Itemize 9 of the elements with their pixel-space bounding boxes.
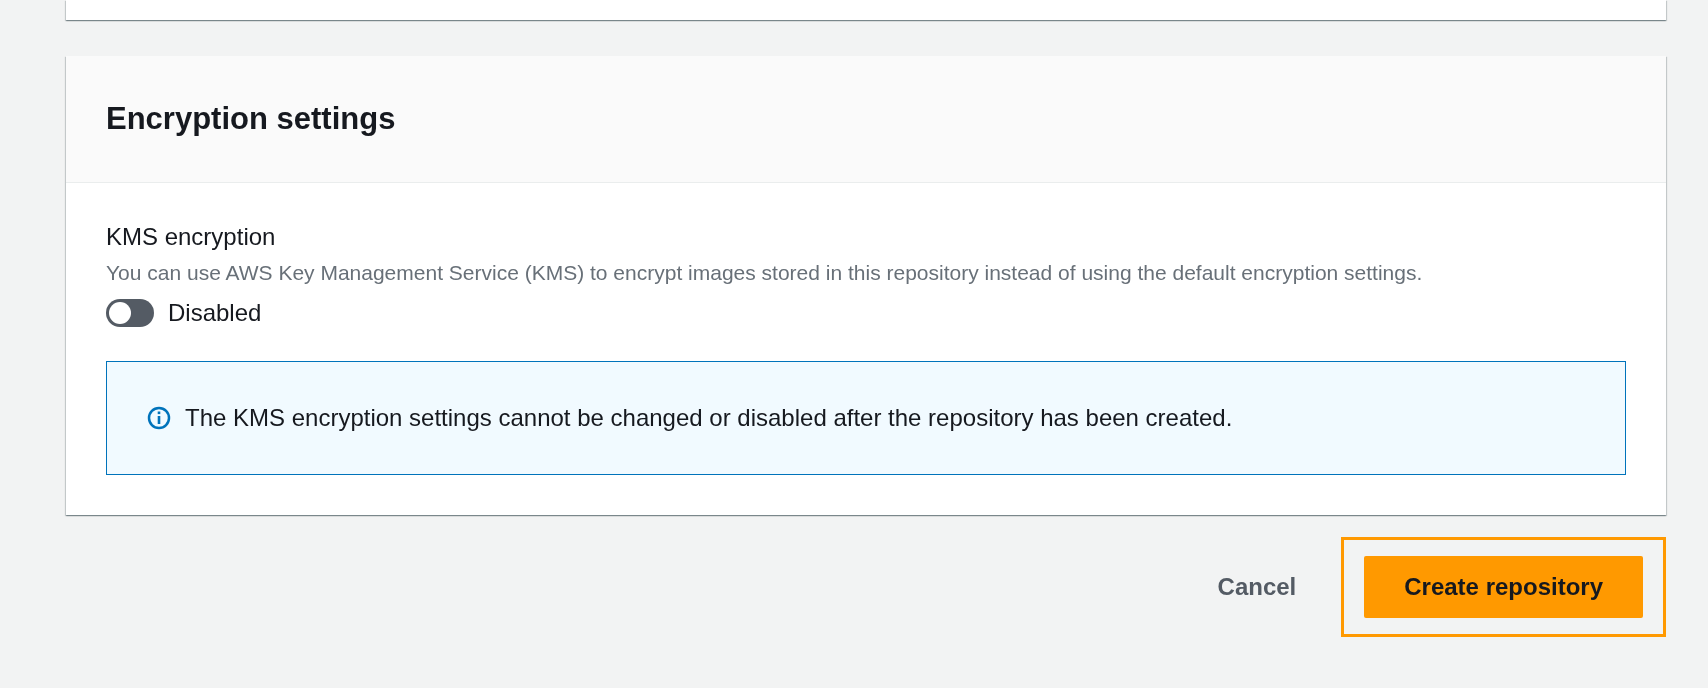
create-button[interactable]: Create repository [1364, 556, 1643, 618]
info-icon [147, 406, 171, 430]
section-title: Encryption settings [106, 101, 396, 137]
toggle-label: Disabled [168, 299, 262, 327]
alert-text: The KMS encryption settings cannot be changed or disabled after the repository has been created. [185, 404, 1233, 432]
field-description: You can use AWS Key Management Service (KMS) to encrypt images stored in this repository instead of using the default encryption settings. [106, 260, 1424, 286]
field-label: KMS encryption [106, 223, 277, 251]
cancel-button[interactable]: Cancel [1213, 565, 1301, 609]
toggle-switch[interactable] [106, 299, 154, 327]
